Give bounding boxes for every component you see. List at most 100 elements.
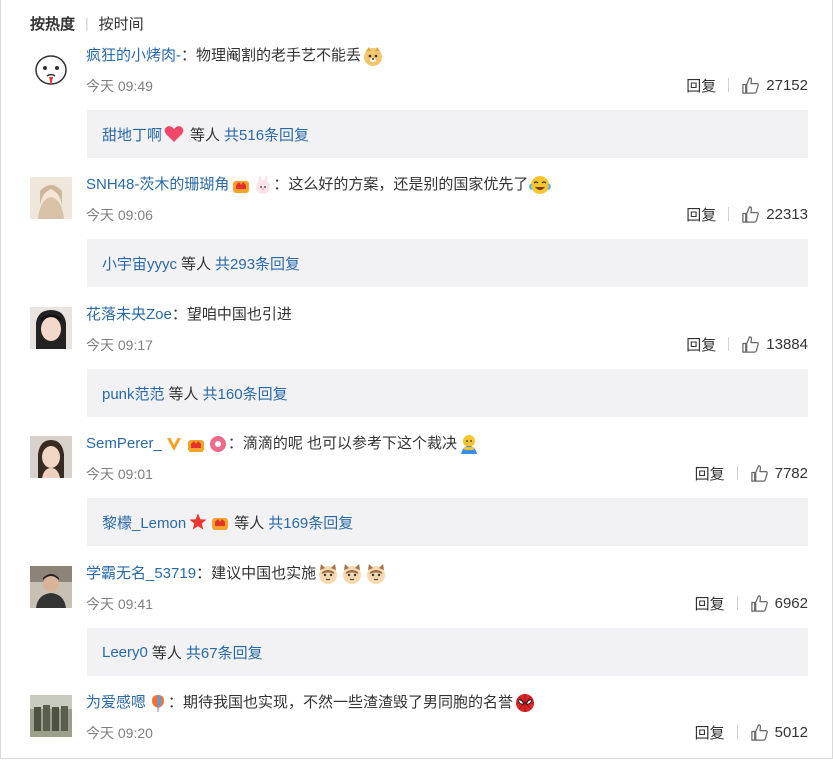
- like-button[interactable]: 6962: [750, 594, 808, 613]
- reply-total-link[interactable]: 共67条回复: [186, 642, 263, 663]
- reply-total-link[interactable]: 共516条回复: [224, 124, 309, 145]
- comment-item: 疯狂的小烤肉-：物理阉割的老手艺不能丢 今天 09:49 回复 27152 甜地…: [30, 40, 808, 169]
- comment-item: 学霸无名_53719：建议中国也实施 今天 09:41 回复 6962 Leer…: [30, 558, 808, 687]
- like-button[interactable]: 7782: [750, 464, 808, 483]
- colon: ：: [227, 435, 243, 452]
- comment-text: 建议中国也实施: [211, 565, 317, 582]
- comment-username[interactable]: SemPerer_: [86, 432, 162, 456]
- thinking-person-emoji-icon: [458, 433, 480, 455]
- star-badge-icon: [188, 512, 208, 532]
- thumbs-up-icon: [742, 76, 760, 94]
- reply-username[interactable]: 小宇宙yyyc: [102, 253, 177, 274]
- reply-button[interactable]: 回复: [686, 334, 716, 355]
- comment-item: 为爱感嗯 ：期待我国也实现，不然一些渣渣毁了男同胞的名誉 今天 09:20 回复…: [30, 687, 808, 757]
- reply-total-link[interactable]: 共160条回复: [203, 383, 288, 404]
- reply-total-link[interactable]: 共169条回复: [268, 512, 353, 533]
- comment-text: 物理阉割的老手艺不能丢: [196, 47, 362, 64]
- comment-line: 为爱感嗯 ：期待我国也实现，不然一些渣渣毁了男同胞的名誉: [86, 691, 537, 715]
- comment-username[interactable]: 疯狂的小烤肉-: [86, 44, 181, 68]
- like-button[interactable]: 5012: [750, 723, 808, 742]
- crown-badge-icon: [231, 175, 251, 195]
- comment-username[interactable]: 为爱感嗯: [86, 691, 146, 715]
- thumbs-up-icon: [750, 594, 768, 612]
- comment-time: 今天 09:01: [86, 466, 153, 482]
- reply-others-text: 等人: [190, 126, 221, 144]
- reply-button[interactable]: 回复: [695, 593, 725, 614]
- comment-actions: 回复 27152: [686, 74, 808, 96]
- avatar[interactable]: [30, 177, 72, 219]
- reply-username[interactable]: 黎檬_Lemon: [102, 512, 186, 533]
- sort-bar: 按热度 | 按时间: [30, 12, 144, 34]
- comment-text: 滴滴的呢 也可以参考下这个裁决: [242, 435, 458, 452]
- reply-username[interactable]: 甜地丁啊: [102, 124, 162, 145]
- sort-divider: |: [85, 15, 89, 31]
- comment-actions: 回复 6962: [695, 592, 808, 614]
- reply-username[interactable]: punk范范: [102, 383, 165, 404]
- comment-username[interactable]: 花落未央Zoe: [86, 303, 172, 327]
- reply-button[interactable]: 回复: [695, 722, 725, 743]
- comment-line: 学霸无名_53719：建议中国也实施: [86, 562, 388, 586]
- reply-total-link[interactable]: 共293条回复: [215, 253, 300, 274]
- reply-others-text: 等人: [181, 255, 212, 273]
- comment-item: SNH48-茨木的珊瑚角 ：这么好的方案，还是别的国家优先了 今天 09:06 …: [30, 169, 808, 298]
- reply-summary[interactable]: 小宇宙yyyc 等人 共293条回复: [87, 239, 808, 287]
- comment-username[interactable]: SNH48-茨木的珊瑚角: [86, 173, 229, 197]
- like-count: 27152: [766, 76, 808, 94]
- comment-username[interactable]: 学霸无名_53719: [86, 562, 196, 586]
- comment-line: 疯狂的小烤肉-：物理阉割的老手艺不能丢: [86, 44, 385, 68]
- action-divider: [736, 466, 738, 480]
- spiderman-emoji-icon: [514, 692, 536, 714]
- reply-username[interactable]: Leery0: [102, 644, 148, 661]
- reply-button[interactable]: 回复: [695, 463, 725, 484]
- balloon-badge-icon: [148, 693, 168, 713]
- reply-summary[interactable]: 黎檬_Lemon 等人 共169条回复: [87, 498, 808, 546]
- sort-by-time-tab[interactable]: 按时间: [99, 13, 144, 34]
- comment-item: 花落未央Zoe：望咱中国也引进 今天 09:17 回复 13884 punk范范…: [30, 299, 808, 428]
- reply-summary[interactable]: Leery0 等人 共67条回复: [87, 628, 808, 676]
- like-button[interactable]: 22313: [741, 205, 808, 224]
- avatar[interactable]: [30, 566, 72, 608]
- crown-badge-icon: [210, 512, 230, 532]
- comment-time: 今天 09:06: [86, 207, 153, 223]
- action-divider: [736, 596, 738, 610]
- comment-text: 望咱中国也引进: [186, 306, 292, 323]
- like-button[interactable]: 27152: [741, 76, 808, 95]
- reply-button[interactable]: 回复: [686, 204, 716, 225]
- comment-actions: 回复 5012: [695, 721, 808, 743]
- crown-badge-icon: [186, 434, 206, 454]
- comment-actions: 回复 22313: [686, 203, 808, 225]
- reply-others-text: 等人: [234, 514, 265, 532]
- avatar[interactable]: [30, 48, 72, 90]
- avatar[interactable]: [30, 436, 72, 478]
- heart-icon: [163, 123, 185, 145]
- action-divider: [736, 725, 738, 739]
- thumbs-up-icon: [742, 335, 760, 353]
- action-divider: [728, 78, 730, 92]
- thumbs-up-icon: [750, 464, 768, 482]
- comment-item: SemPerer_ ：滴滴的呢 也可以参考下这个裁决 今天 09:01 回复 7…: [30, 428, 808, 557]
- colon: ：: [273, 176, 289, 193]
- like-count: 22313: [766, 205, 808, 223]
- reply-button[interactable]: 回复: [686, 75, 716, 96]
- comment-time: 今天 09:41: [86, 596, 153, 612]
- comment-actions: 回复 7782: [695, 462, 808, 484]
- reply-others-text: 等人: [151, 644, 182, 662]
- avatar[interactable]: [30, 307, 72, 349]
- comment-time: 今天 09:49: [86, 78, 153, 94]
- like-count: 7782: [774, 464, 808, 482]
- thumbs-up-icon: [750, 723, 768, 741]
- like-button[interactable]: 13884: [741, 335, 808, 354]
- avatar[interactable]: [30, 695, 72, 737]
- comment-time: 今天 09:17: [86, 337, 153, 353]
- colon: ：: [196, 565, 212, 582]
- comment-text: 期待我国也实现，不然一些渣渣毁了男同胞的名誉: [183, 694, 514, 711]
- laughing-tears-emoji-icon: [529, 174, 552, 196]
- comment-line: SNH48-茨木的珊瑚角 ：这么好的方案，还是别的国家优先了: [86, 173, 552, 197]
- cat-emoji-icon: [365, 563, 387, 585]
- colon: ：: [181, 47, 197, 64]
- sort-by-hot-tab[interactable]: 按热度: [30, 13, 75, 34]
- rabbit-badge-icon: [253, 175, 273, 195]
- reply-summary[interactable]: 甜地丁啊 等人 共516条回复: [87, 110, 808, 158]
- reply-summary[interactable]: punk范范 等人 共160条回复: [87, 369, 808, 417]
- doge-emoji-icon: [362, 45, 384, 67]
